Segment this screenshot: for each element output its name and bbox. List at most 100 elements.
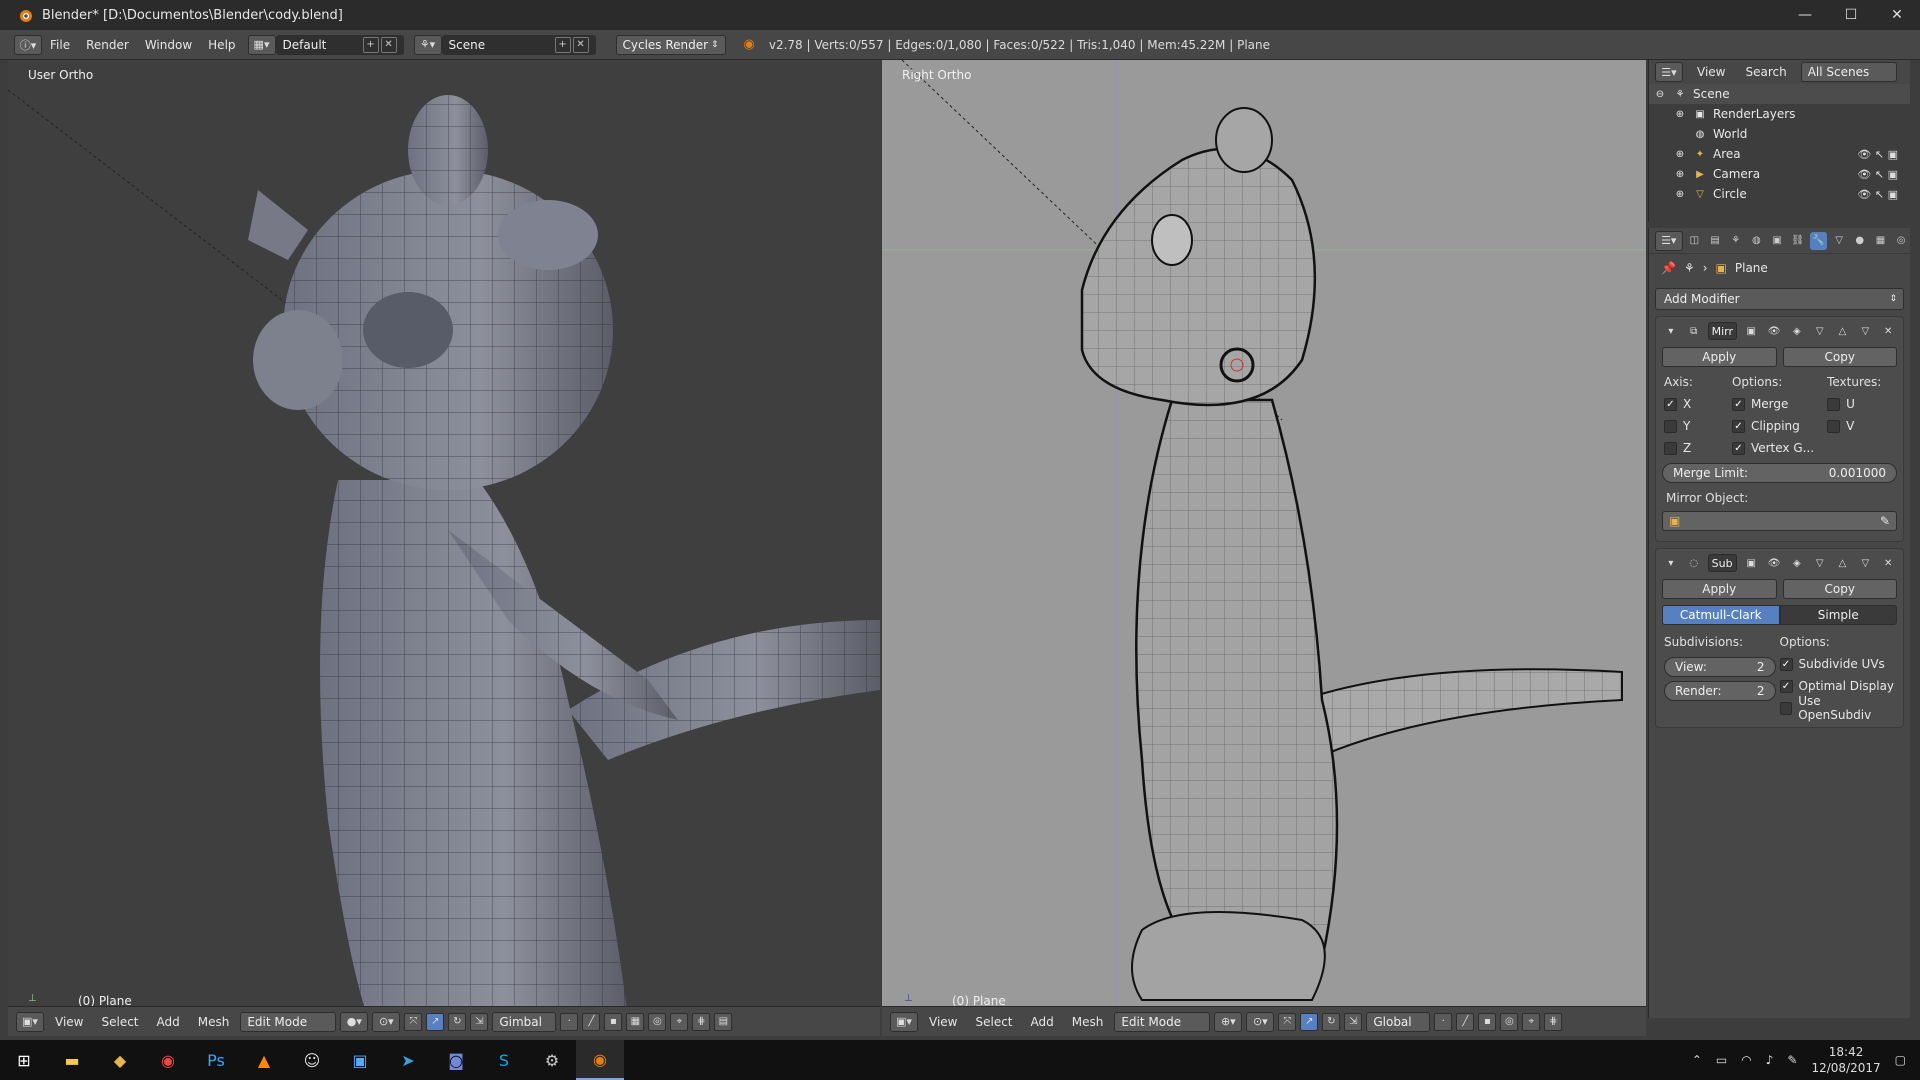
texture-tab-icon[interactable]: ▦ [1872, 232, 1890, 250]
outliner-search-menu[interactable]: Search [1739, 65, 1792, 79]
pen-icon[interactable]: ✎ [1787, 1053, 1797, 1067]
physics-tab-icon[interactable]: ◎ [1892, 232, 1910, 250]
close-button[interactable]: ✕ [1874, 0, 1920, 30]
add-modifier-select[interactable]: Add Modifier ⇕ [1655, 288, 1904, 310]
snap-element-left-icon[interactable]: ⋕ [692, 1012, 711, 1031]
rotate-tool-right-icon[interactable]: ↻ [1322, 1012, 1341, 1031]
view-levels-field[interactable]: View: 2 [1664, 657, 1776, 677]
mirror-apply-button[interactable]: Apply [1662, 347, 1777, 367]
vlc-icon[interactable]: ▲ [240, 1040, 288, 1080]
renderlayers-tab-icon[interactable]: ▤ [1706, 232, 1724, 250]
menu-select-left[interactable]: Select [94, 1015, 145, 1029]
pivot-select-right-icon[interactable]: ⊙▾ [1246, 1011, 1275, 1032]
menu-add-right[interactable]: Add [1024, 1015, 1061, 1029]
editmode-toggle-icon[interactable]: ◈ [1788, 554, 1806, 572]
subsurf-apply-button[interactable]: Apply [1662, 579, 1777, 599]
outliner-item-circle[interactable]: ⊕ ▽ Circle 👁 ↖ ▣ [1649, 184, 1910, 204]
texture-u-checkbox[interactable]: U [1827, 393, 1895, 415]
properties-editor-icon[interactable]: ☰▾ [1655, 230, 1683, 251]
material-tab-icon[interactable]: ● [1851, 232, 1869, 250]
viewport-3d-left[interactable]: User Ortho ⊥ (0) Plane [8, 60, 880, 1018]
add-layout-icon[interactable]: + [362, 36, 379, 53]
move-down-icon[interactable]: ▽ [1856, 322, 1874, 340]
mode-select-left[interactable]: Edit Mode [240, 1011, 337, 1032]
translate-tool-left-icon[interactable]: ↗ [426, 1012, 445, 1031]
menu-add-left[interactable]: Add [150, 1015, 187, 1029]
axis-z-checkbox[interactable]: Z [1664, 437, 1732, 459]
vertex-select-right-icon[interactable]: · [1434, 1012, 1453, 1031]
subsurf-copy-button[interactable]: Copy [1782, 579, 1897, 599]
battery-icon[interactable]: ▭ [1716, 1053, 1727, 1067]
merge-limit-field[interactable]: Merge Limit: 0.001000 [1662, 463, 1897, 483]
world-tab-icon[interactable]: ◍ [1748, 232, 1766, 250]
data-tab-icon[interactable]: ▽ [1830, 232, 1848, 250]
shading-select-left-icon[interactable]: ●▾ [340, 1011, 369, 1032]
snap-toggle-left-icon[interactable]: ⌖ [670, 1012, 689, 1031]
axis-y-checkbox[interactable]: Y [1664, 415, 1732, 437]
face-select-left-icon[interactable]: ▪ [604, 1012, 623, 1031]
outliner-item-scene[interactable]: ⊖ ⚘ Scene [1649, 84, 1910, 104]
remove-layout-icon[interactable]: ✕ [380, 36, 397, 53]
vertex-groups-checkbox[interactable]: ✓ Vertex G... [1731, 437, 1827, 459]
editmode-toggle-icon[interactable]: ◈ [1788, 322, 1806, 340]
scale-tool-left-icon[interactable]: ⇲ [470, 1012, 489, 1031]
photoshop-icon[interactable]: Ps [192, 1040, 240, 1080]
subdivide-uvs-checkbox[interactable]: ✓ Subdivide UVs [1779, 653, 1896, 675]
outliner-view-menu[interactable]: View [1691, 65, 1731, 79]
blender-taskbar-icon[interactable]: ◉ [576, 1040, 624, 1080]
manipulator-toggle-left-icon[interactable]: ⤧ [404, 1012, 423, 1031]
outliner-item-world[interactable]: ◍ World [1649, 124, 1910, 144]
volume-icon[interactable]: ♪ [1766, 1053, 1774, 1067]
manipulator-toggle-right-icon[interactable]: ⤧ [1278, 1012, 1297, 1031]
editor-type-info-icon[interactable]: ⓘ▾ [14, 34, 42, 55]
menu-render[interactable]: Render [78, 35, 137, 55]
expand-icon[interactable]: ⊕ [1673, 187, 1687, 201]
outliner-item-camera[interactable]: ⊕ ▶ Camera 👁 ↖ ▣ [1649, 164, 1910, 184]
render-view-left-icon[interactable]: ▤ [714, 1012, 733, 1031]
notifications-icon[interactable]: ▢ [1895, 1053, 1906, 1067]
collapse-icon[interactable]: ⊖ [1653, 87, 1667, 101]
merge-checkbox[interactable]: ✓ Merge [1731, 393, 1827, 415]
menu-mesh-right[interactable]: Mesh [1065, 1015, 1111, 1029]
menu-file[interactable]: File [42, 35, 78, 55]
render-toggle-icon[interactable]: ▣ [1742, 322, 1760, 340]
screen-layout-select[interactable]: Default + ✕ [275, 34, 404, 55]
edge-select-right-icon[interactable]: ╱ [1456, 1012, 1475, 1031]
remove-scene-icon[interactable]: ✕ [572, 36, 589, 53]
outliner-filter-select[interactable]: All Scenes [1800, 62, 1897, 82]
edge-select-left-icon[interactable]: ╱ [582, 1012, 601, 1031]
editor-type-3d-icon[interactable]: ▣▾ [16, 1011, 44, 1032]
menu-mesh-left[interactable]: Mesh [191, 1015, 237, 1029]
expand-icon[interactable]: ⊕ [1673, 107, 1687, 121]
snap-element-right-icon[interactable]: ⋕ [1544, 1012, 1563, 1031]
add-scene-icon[interactable]: + [554, 36, 571, 53]
render-engine-select[interactable]: Cycles Render ⇕ [615, 34, 726, 55]
file-explorer-icon[interactable]: ▬ [48, 1040, 96, 1080]
outliner-item-area[interactable]: ⊕ ✦ Area 👁 ↖ ▣ [1649, 144, 1910, 164]
modifiers-tab-icon[interactable]: 🔧 [1809, 231, 1828, 250]
orientation-select-left[interactable]: Gimbal [492, 1011, 557, 1032]
skype-icon[interactable]: S [480, 1040, 528, 1080]
shading-select-right-icon[interactable]: ⊕▾ [1214, 1011, 1243, 1032]
move-up-icon[interactable]: △ [1834, 322, 1852, 340]
pivot-select-left-icon[interactable]: ⊙▾ [372, 1011, 401, 1032]
pin-icon[interactable]: 📌 [1661, 261, 1676, 275]
proportional-edit-right-icon[interactable]: ◎ [1500, 1012, 1519, 1031]
telegram-icon[interactable]: ➤ [384, 1040, 432, 1080]
vertex-select-left-icon[interactable]: · [560, 1012, 579, 1031]
outliner-editor-icon[interactable]: ☰▾ [1655, 62, 1683, 82]
clock[interactable]: 18:42 12/08/2017 [1811, 1044, 1880, 1076]
remove-modifier-icon[interactable]: ✕ [1879, 322, 1897, 340]
wifi-icon[interactable]: ◠ [1741, 1053, 1751, 1067]
rotate-tool-left-icon[interactable]: ↻ [448, 1012, 467, 1031]
texture-v-checkbox[interactable]: V [1827, 415, 1895, 437]
render-toggle-icon[interactable]: ▣ [1742, 554, 1760, 572]
scene-icon-button[interactable]: ⚘▾ [413, 34, 442, 55]
screen-layout-icon[interactable]: ▦▾ [247, 34, 276, 55]
cage-toggle-icon[interactable]: ▽ [1811, 322, 1829, 340]
maximize-button[interactable]: ☐ [1828, 0, 1874, 30]
translate-tool-right-icon[interactable]: ↗ [1300, 1012, 1319, 1031]
viewport-3d-right[interactable]: Right Ortho ⊥ (0) Plane [882, 60, 1646, 1018]
start-button-icon[interactable]: ⊞ [0, 1040, 48, 1080]
visibility-toggles[interactable]: 👁 ↖ ▣ [1857, 148, 1910, 161]
